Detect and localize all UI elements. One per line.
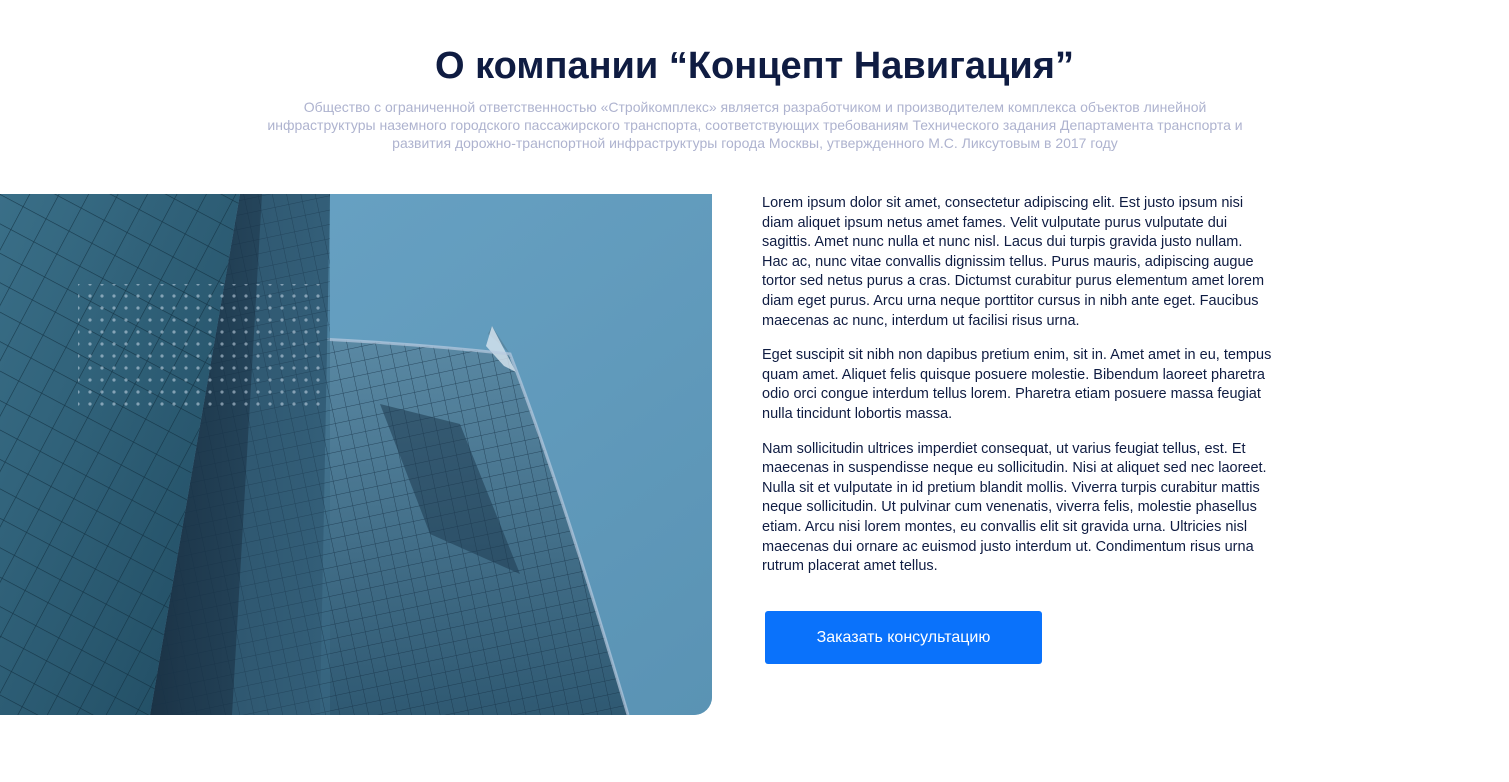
about-paragraph: Lorem ipsum dolor sit amet, consectetur … xyxy=(762,195,1265,329)
about-paragraph: Eget suscipit sit nibh non dapibus preti… xyxy=(762,347,1272,422)
about-text: Lorem ipsum dolor sit amet, consectetur … xyxy=(762,194,1272,592)
about-paragraph: Nam sollicitudin ultrices imperdiet cons… xyxy=(762,440,1267,575)
skyscrapers-image xyxy=(0,194,712,715)
order-consultation-button[interactable]: Заказать консультацию xyxy=(765,611,1042,664)
page-subtitle: Общество с ограниченной ответственностью… xyxy=(267,99,1243,151)
page-title: О компании “Концепт Навигация” xyxy=(435,45,1074,87)
